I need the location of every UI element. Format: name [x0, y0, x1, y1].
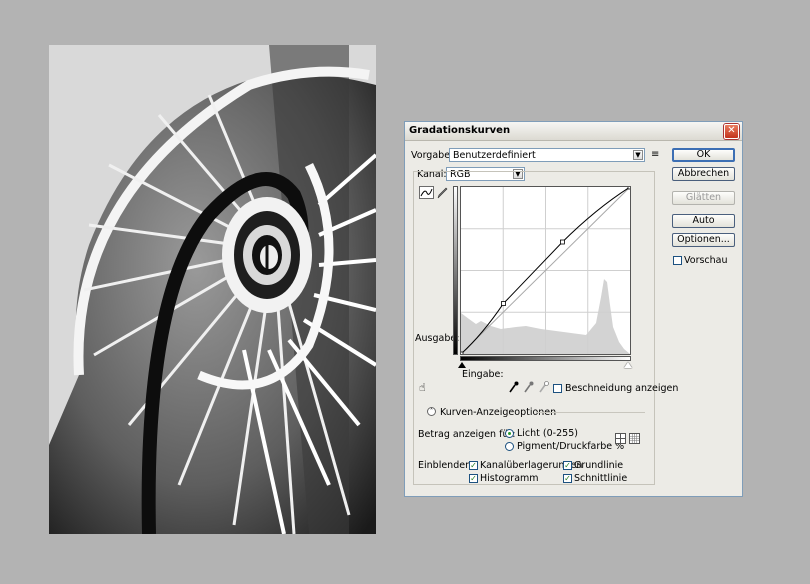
baseline-label: Grundlinie [574, 460, 624, 471]
auto-button[interactable]: Auto [672, 214, 735, 228]
input-gradient-bar [460, 356, 631, 361]
curves-dialog: Gradationskurven ✕ Vorgabe: Benutzerdefi… [404, 121, 743, 497]
amount-label: Betrag anzeigen für: [418, 429, 516, 440]
ok-button[interactable]: OK [672, 148, 735, 162]
curve-graph[interactable] [460, 186, 631, 355]
curve-point [560, 239, 565, 245]
hand-tool-icon[interactable]: ☝ [419, 381, 426, 394]
preset-value: Benutzerdefiniert [453, 150, 536, 161]
preview-label: Vorschau [684, 255, 728, 266]
white-eyedropper-icon[interactable] [539, 381, 549, 396]
divider [537, 412, 645, 413]
black-point-slider-icon[interactable] [458, 362, 466, 368]
histogram-checkbox[interactable]: ✓ [469, 474, 478, 483]
show-label: Einblenden: [418, 460, 475, 471]
histogram-label: Histogramm [480, 473, 539, 484]
output-gradient-bar [453, 186, 458, 355]
preview-checkbox[interactable] [673, 256, 682, 265]
dialog-title: Gradationskurven [409, 125, 511, 136]
preset-label: Vorgabe: [411, 150, 454, 161]
baseline-checkbox[interactable]: ✓ [563, 461, 572, 470]
chevron-up-icon[interactable]: ˄ [427, 407, 436, 416]
close-icon[interactable]: ✕ [724, 124, 739, 139]
preset-menu-icon[interactable]: ≡ [651, 149, 659, 160]
radio-pigment[interactable] [505, 442, 514, 451]
title-bar[interactable]: Gradationskurven ✕ [405, 122, 742, 141]
spiral-staircase-photo [49, 45, 376, 534]
white-point-slider-icon[interactable] [624, 362, 632, 368]
clipping-checkbox[interactable] [553, 384, 562, 393]
black-eyedropper-icon[interactable] [509, 381, 519, 396]
chevron-down-icon: ▼ [633, 150, 643, 160]
radio-light[interactable] [505, 429, 514, 438]
cancel-button[interactable]: Abbrechen [672, 167, 735, 181]
clipping-label: Beschneidung anzeigen [565, 383, 679, 394]
gray-eyedropper-icon[interactable] [524, 381, 534, 396]
pencil-icon[interactable] [436, 186, 448, 199]
curve-point [627, 187, 630, 190]
smooth-button[interactable]: Glätten [672, 191, 735, 205]
preset-select[interactable]: Benutzerdefiniert ▼ [449, 148, 645, 162]
curve-point-tool-icon[interactable] [419, 186, 434, 199]
grid-detailed-icon[interactable] [629, 433, 640, 444]
radio-pigment-label: Pigment/Druckfarbe % [517, 441, 625, 452]
channel-overlays-checkbox[interactable]: ✓ [469, 461, 478, 470]
curve-point [461, 351, 464, 354]
input-label: Eingabe: [462, 369, 504, 380]
grid-simple-icon[interactable] [615, 433, 626, 444]
radio-light-label: Licht (0-255) [517, 428, 578, 439]
intersection-checkbox[interactable]: ✓ [563, 474, 572, 483]
options-button[interactable]: Optionen... [672, 233, 735, 247]
intersection-label: Schnittlinie [574, 473, 628, 484]
curve-point [501, 301, 506, 306]
